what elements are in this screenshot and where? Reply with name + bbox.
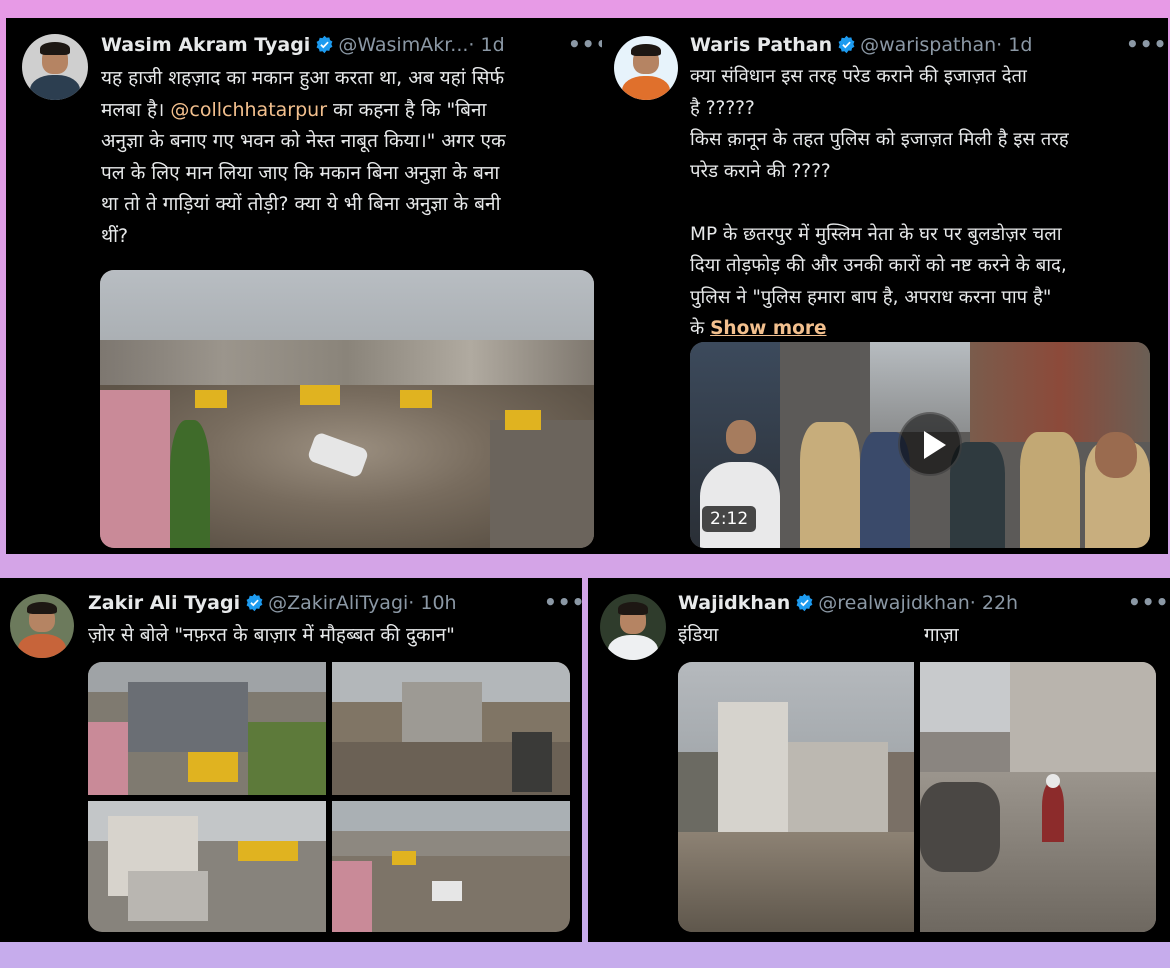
post-text: क्या संविधान इस तरह परेड कराने की इजाज़त…	[690, 61, 1160, 345]
post-video[interactable]: 2:12	[690, 342, 1150, 548]
verified-badge-icon	[246, 593, 263, 612]
post-time[interactable]: · 22h	[970, 592, 1018, 614]
text-line: क्या संविधान इस तरह परेड कराने की इजाज़त…	[690, 66, 1027, 87]
grid-image[interactable]	[332, 662, 570, 795]
post-header: Waris Pathan @warispathan· 1d	[690, 33, 1032, 57]
image-pair	[678, 662, 1156, 932]
post-time[interactable]: · 1d	[996, 34, 1032, 56]
text-line: अनुज्ञा के बनाए गए भवन को नेस्त नाबूत कि…	[101, 130, 506, 152]
author-handle[interactable]: @realwajidkhan	[818, 592, 970, 614]
text-line: के Show more	[690, 313, 1160, 345]
play-icon[interactable]	[898, 412, 962, 476]
author-handle[interactable]: @ZakirAliTyagi	[268, 592, 408, 614]
text-line: परेड कराने की ????	[690, 160, 831, 182]
more-options-icon[interactable]: •••	[568, 32, 602, 56]
author-name[interactable]: Zakir Ali Tyagi	[88, 592, 240, 614]
text-line: पल के लिए मान लिया जाए कि मकान बिना अनुज…	[101, 161, 500, 184]
caption-india: इंडिया	[678, 624, 719, 646]
post-header: Wajidkhan @realwajidkhan· 22h	[678, 591, 1018, 615]
more-options-icon[interactable]: •••	[544, 590, 582, 614]
post-wasim: Wasim Akram Tyagi @WasimAkr...· 1d ••• यह…	[6, 18, 602, 554]
post-time[interactable]: · 1d	[468, 34, 504, 56]
post-wajidkhan: Wajidkhan @realwajidkhan· 22h ••• इंडिया …	[588, 578, 1170, 942]
text-line: किस क़ानून के तहत पुलिस को इजाज़त मिली ह…	[690, 129, 1069, 150]
text-line: ज़ोर से बोले "नफ़रत के बाज़ार में मौहब्ब…	[88, 624, 455, 646]
text-fragment: का कहना है कि "बिना	[327, 98, 487, 121]
avatar[interactable]	[22, 34, 88, 100]
author-handle[interactable]: @warispathan	[860, 34, 996, 56]
image-grid	[88, 662, 570, 932]
avatar[interactable]	[600, 594, 666, 660]
caption-gaza: गाज़ा	[924, 624, 959, 646]
post-text: यह हाजी शहज़ाद का मकान हुआ करता था, अब य…	[101, 63, 591, 252]
show-more-link[interactable]: Show more	[710, 318, 826, 339]
text-line: थीं?	[101, 224, 129, 247]
post-image[interactable]	[100, 270, 594, 548]
text-fragment: के	[690, 318, 711, 339]
text-line: MP के छतरपुर में मुस्लिम नेता के घर पर ब…	[690, 223, 1062, 245]
text-fragment: मलबा है।	[101, 98, 171, 121]
author-name[interactable]: Wajidkhan	[678, 592, 790, 614]
post-waris: Waris Pathan @warispathan· 1d ••• क्या सं…	[602, 18, 1168, 554]
post-header: Wasim Akram Tyagi @WasimAkr...· 1d	[101, 33, 505, 57]
avatar[interactable]	[614, 36, 678, 100]
image-india[interactable]	[678, 662, 914, 932]
mention-link[interactable]: @collchhatarpur	[170, 99, 327, 121]
more-options-icon[interactable]: •••	[1126, 32, 1167, 56]
more-options-icon[interactable]: •••	[1128, 590, 1169, 614]
text-line	[690, 187, 1160, 219]
text-line: पुलिस ने "पुलिस हमारा बाप है, अपराध करना…	[690, 286, 1052, 308]
text-line: था तो ते गाड़ियां क्यों तोड़ी? क्या ये भ…	[101, 193, 501, 215]
verified-badge-icon	[838, 35, 855, 54]
author-name[interactable]: Wasim Akram Tyagi	[101, 34, 310, 56]
author-handle[interactable]: @WasimAkr...	[338, 34, 468, 56]
verified-badge-icon	[316, 35, 333, 54]
avatar[interactable]	[10, 594, 74, 658]
post-header: Zakir Ali Tyagi @ZakirAliTyagi· 10h	[88, 591, 457, 615]
post-text: ज़ोर से बोले "नफ़रत के बाज़ार में मौहब्ब…	[88, 620, 568, 652]
text-line: यह हाजी शहज़ाद का मकान हुआ करता था, अब य…	[101, 67, 505, 89]
grid-image[interactable]	[332, 801, 570, 932]
text-line: दिया तोड़फोड़ की और उनकी कारों को नष्ट क…	[690, 255, 1067, 276]
post-zakir: Zakir Ali Tyagi @ZakirAliTyagi· 10h ••• ज…	[0, 578, 582, 942]
grid-image[interactable]	[88, 662, 326, 795]
image-gaza[interactable]	[920, 662, 1156, 932]
author-name[interactable]: Waris Pathan	[690, 34, 832, 56]
video-duration: 2:12	[702, 506, 757, 532]
text-line: मलबा है। @collchhatarpur का कहना है कि "…	[101, 95, 591, 127]
verified-badge-icon	[796, 593, 813, 612]
grid-image[interactable]	[88, 801, 326, 932]
post-time[interactable]: · 10h	[408, 592, 456, 614]
text-line: है ?????	[690, 97, 755, 119]
